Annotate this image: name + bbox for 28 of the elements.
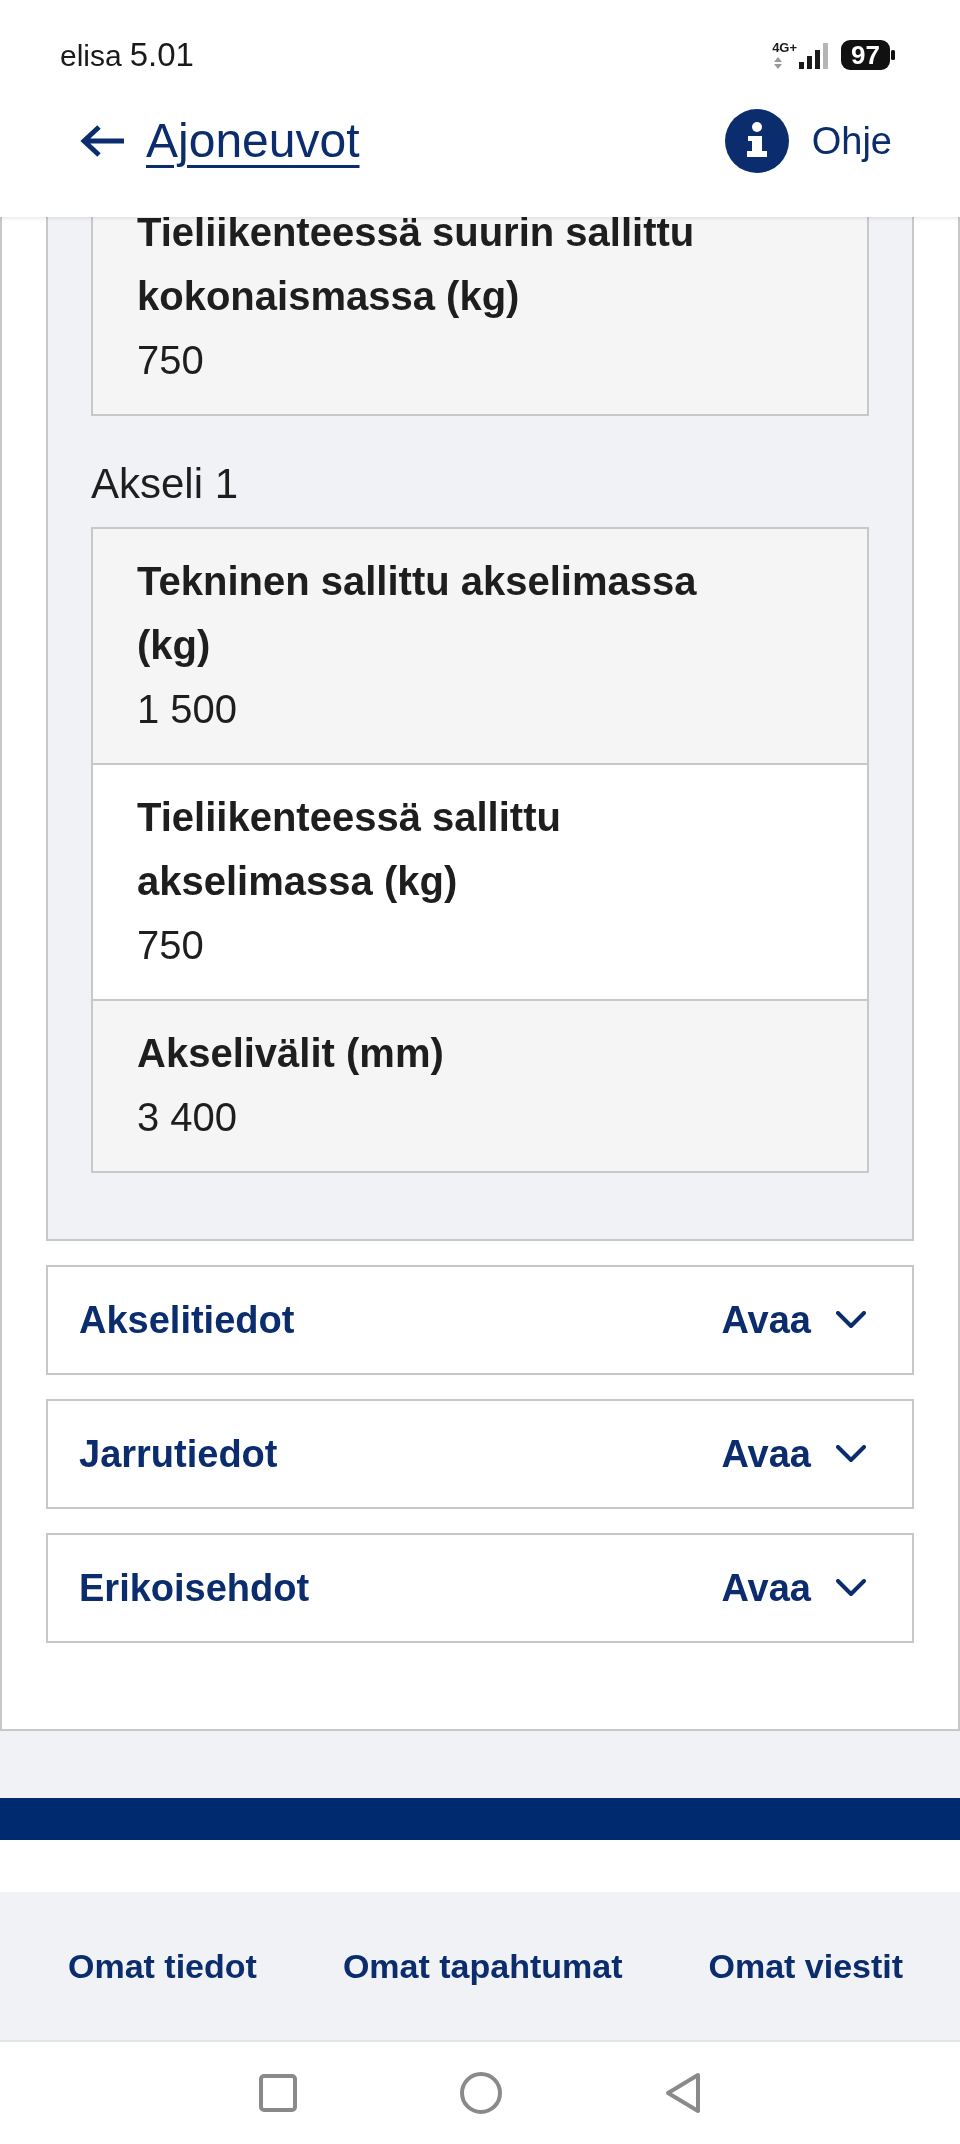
field-label: Tieliikenteessä sallittu akselimassa (kg) bbox=[137, 794, 562, 905]
field-value: 750 bbox=[137, 922, 205, 969]
field-label: Tieliikenteessä suurin sallittu kokonaismassa (kg) bbox=[137, 217, 696, 320]
arrow-left-icon bbox=[80, 124, 126, 158]
field-label: Akselivälit (mm) bbox=[137, 1030, 445, 1077]
square-icon[interactable] bbox=[259, 2074, 297, 2112]
footer-link[interactable]: Omat tiedot bbox=[68, 1946, 257, 1986]
footer-link[interactable]: Omat tapahtumat bbox=[342, 1946, 623, 1986]
field-value: 3 400 bbox=[137, 1094, 239, 1141]
accordion-toggle[interactable]: Erikoisehdot Avaa bbox=[46, 1533, 914, 1643]
accordion-toggle[interactable]: Jarrutiedot Avaa bbox=[46, 1399, 914, 1509]
footer-link[interactable]: Omat viestit bbox=[708, 1946, 904, 1986]
accordion-toggle[interactable]: Akselitiedot Avaa bbox=[46, 1265, 914, 1375]
carrier-name: elisa bbox=[60, 38, 122, 75]
clock-time: 5.01 bbox=[129, 35, 194, 76]
field-value: 750 bbox=[137, 337, 205, 384]
info-icon bbox=[724, 109, 789, 173]
battery-indicator: 97 bbox=[841, 40, 890, 70]
back-link[interactable]: Ajoneuvot bbox=[80, 113, 360, 169]
back-triangle-icon[interactable] bbox=[665, 2072, 701, 2114]
field-label: Tekninen sallittu akselimassa (kg) bbox=[137, 558, 698, 669]
battery-tip-icon bbox=[891, 50, 895, 60]
field-value: 1 500 bbox=[137, 686, 239, 733]
data-arrows-icon bbox=[774, 57, 783, 69]
network-type-label: 4G+ bbox=[772, 41, 798, 55]
help-button[interactable]: Ohje bbox=[724, 109, 892, 173]
group-heading: Akseli 1 bbox=[91, 460, 240, 508]
circle-icon[interactable] bbox=[460, 2072, 502, 2114]
